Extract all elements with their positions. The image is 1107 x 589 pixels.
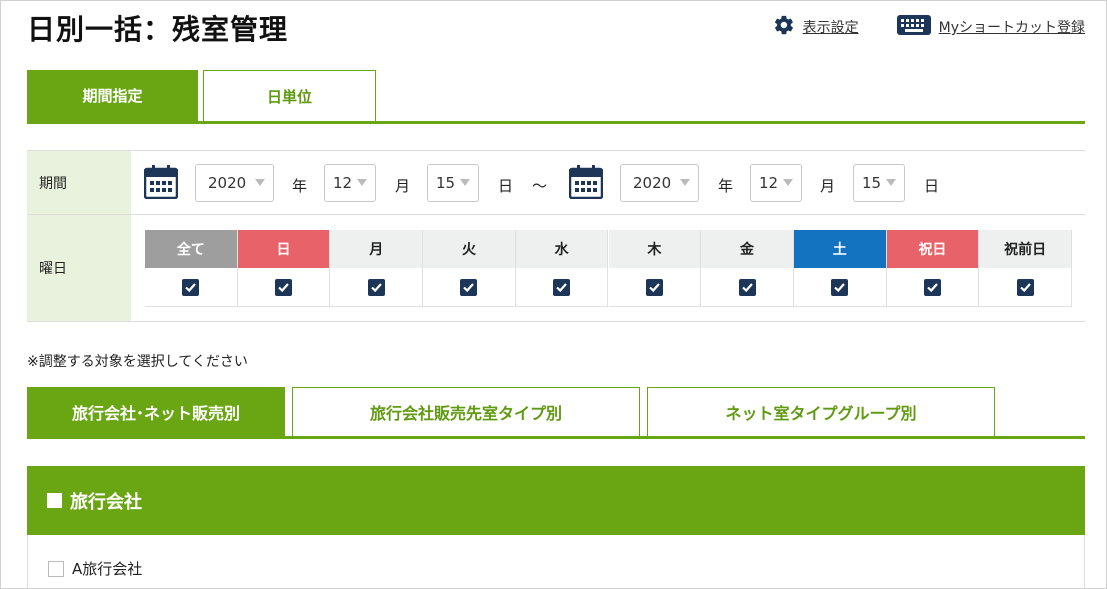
weekday-header: 月 [330, 230, 423, 268]
weekday-checkbox[interactable] [145, 268, 237, 307]
checkmark-icon [831, 279, 849, 296]
end-month-value: 12 [759, 174, 779, 192]
agency-name: A旅行会社 [72, 560, 143, 578]
chevron-down-icon [886, 179, 896, 186]
display-settings-label: 表示設定 [802, 20, 859, 36]
my-shortcut-label: Myショートカット登録 [938, 20, 1085, 36]
chevron-down-icon [255, 179, 265, 186]
select-all-agencies-checkbox[interactable] [47, 493, 62, 508]
start-day-value: 15 [436, 174, 456, 192]
start-day-unit: 日 [498, 177, 514, 195]
range-separator: ～ [532, 177, 548, 195]
weekday-checkbox[interactable] [423, 268, 515, 307]
checkmark-icon [923, 279, 941, 296]
weekday-grid: 全て日月火水木金土祝日 祝前日 [145, 230, 1072, 307]
chevron-down-icon [680, 179, 690, 186]
checkmark-icon [275, 279, 293, 296]
chevron-down-icon [783, 179, 793, 186]
weekday-header: 火 [423, 230, 515, 268]
weekday-column: 月 [330, 230, 424, 307]
checkmark-icon [1016, 279, 1034, 296]
weekday-column: 日 [237, 230, 331, 307]
weekday-header: 日 [237, 230, 330, 268]
weekday-column: 木 [608, 230, 702, 307]
checkmark-icon [738, 279, 756, 296]
end-year-value: 2020 [633, 174, 672, 192]
target-tabs: 旅行会社･ネット販売別 旅行会社販売先室タイプ別 ネット室タイプグループ別 [27, 387, 1085, 439]
end-day-select[interactable]: 15 [853, 164, 905, 202]
start-month-unit: 月 [395, 177, 411, 195]
weekday-column: 土 [793, 230, 887, 307]
agency-checkbox[interactable] [48, 560, 64, 577]
end-day-value: 15 [862, 174, 882, 192]
weekday-column: 祝前日 [979, 230, 1072, 307]
checkmark-icon [367, 279, 385, 296]
list-item[interactable]: A旅行会社 [48, 558, 142, 579]
checkmark-icon [645, 279, 663, 296]
keyboard-icon [896, 15, 939, 39]
tab-net-room-group[interactable]: ネット室タイプグループ別 [647, 387, 995, 436]
end-year-unit: 年 [718, 177, 734, 195]
weekday-checkbox[interactable] [701, 268, 793, 307]
weekday-column: 金 [701, 230, 794, 307]
weekday-checkbox[interactable] [887, 268, 979, 307]
tab-agency-room-type[interactable]: 旅行会社販売先室タイプ別 [292, 387, 640, 436]
tab-per-day[interactable]: 日単位 [203, 70, 376, 121]
weekday-checkbox[interactable] [794, 268, 886, 307]
end-calendar-icon[interactable] [568, 165, 604, 203]
start-year-unit: 年 [292, 177, 308, 195]
checkmark-icon [460, 279, 478, 296]
period-tabs: 期間指定 日単位 [27, 70, 1085, 124]
weekday-column: 水 [515, 230, 609, 307]
weekday-column: 祝日 [886, 230, 980, 307]
period-label: 期間 [27, 150, 131, 215]
weekday-header: 水 [515, 230, 608, 268]
weekday-column: 火 [423, 230, 516, 307]
start-day-select[interactable]: 15 [427, 164, 479, 202]
end-year-select[interactable]: 2020 [620, 164, 699, 202]
weekday-header: 祝前日 [979, 230, 1071, 268]
weekday-header: 金 [701, 230, 793, 268]
agency-section-title: 旅行会社 [70, 491, 142, 513]
display-settings-link[interactable]: 表示設定 [773, 14, 859, 40]
end-month-select[interactable]: 12 [750, 164, 802, 202]
page-title: 日別一括：残室管理 [27, 13, 289, 46]
agency-list: A旅行会社 [27, 535, 1085, 589]
weekday-checkbox[interactable] [238, 268, 330, 307]
start-month-value: 12 [333, 174, 353, 192]
weekday-row: 全て日月火水木金土祝日 祝前日 [131, 215, 1085, 322]
start-calendar-icon[interactable] [143, 165, 179, 203]
start-month-select[interactable]: 12 [324, 164, 376, 202]
weekday-header: 全て [145, 230, 237, 268]
weekday-checkbox[interactable] [609, 268, 701, 307]
start-year-select[interactable]: 2020 [195, 164, 274, 202]
agency-section-header: 旅行会社 [27, 466, 1085, 535]
checkmark-icon [553, 279, 571, 296]
weekday-label: 曜日 [27, 215, 131, 322]
tab-period-range[interactable]: 期間指定 [27, 70, 198, 121]
top-links: 表示設定 Myショートカット登録 [773, 14, 1085, 40]
weekday-header: 木 [608, 230, 701, 268]
weekday-checkbox[interactable] [330, 268, 422, 307]
weekday-header: 祝日 [886, 230, 979, 268]
checkmark-icon [182, 279, 200, 296]
gear-icon [773, 14, 803, 40]
weekday-checkbox[interactable] [979, 268, 1071, 307]
my-shortcut-link[interactable]: Myショートカット登録 [896, 15, 1085, 39]
chevron-down-icon [460, 179, 470, 186]
period-row: 2020 年 12 月 15 日 ～ 2020 年 12 月 15 日 [131, 150, 1085, 215]
instruction-note: ※調整する対象を選択してください [27, 354, 248, 370]
weekday-header: 土 [793, 230, 886, 268]
weekday-column: 全て [145, 230, 238, 307]
end-month-unit: 月 [820, 177, 836, 195]
end-day-unit: 日 [924, 177, 940, 195]
weekday-checkbox[interactable] [516, 268, 608, 307]
start-year-value: 2020 [208, 174, 247, 192]
tab-agency-net[interactable]: 旅行会社･ネット販売別 [27, 387, 285, 436]
chevron-down-icon [357, 179, 367, 186]
